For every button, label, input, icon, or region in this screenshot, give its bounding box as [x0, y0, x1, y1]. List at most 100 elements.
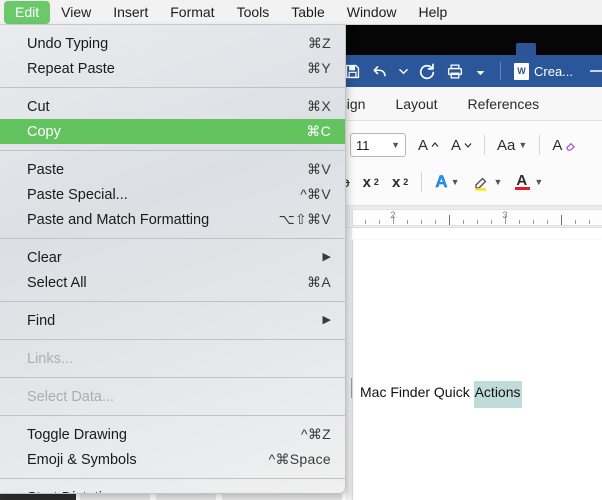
font-size-value: 11: [356, 138, 370, 153]
window-tab-nub[interactable]: [516, 43, 536, 55]
word-document-icon: W: [514, 63, 529, 80]
menu-item-paste-special[interactable]: Paste Special...^⌘V: [0, 182, 345, 207]
document-text[interactable]: Mac Finder Quick Actions: [360, 384, 522, 400]
superscript-button[interactable]: x2: [392, 174, 408, 191]
ribbon-divider: [539, 135, 540, 155]
ribbon-tab-references[interactable]: References: [468, 96, 540, 112]
menu-item-shortcut: ⌘Y: [307, 60, 331, 77]
menubar-item-view[interactable]: View: [50, 1, 102, 24]
text-highlight-button[interactable]: ▼: [473, 174, 503, 191]
undo-dropdown-chevron-icon[interactable]: [399, 68, 408, 75]
chevron-down-icon: ▼: [494, 177, 503, 187]
redo-icon[interactable]: [418, 62, 436, 80]
menu-item-label: Find: [27, 313, 323, 329]
ruler[interactable]: 2 3: [352, 209, 602, 226]
create-button[interactable]: W Crea...: [514, 63, 573, 80]
document-page[interactable]: [352, 240, 602, 500]
submenu-arrow-icon: ▶: [323, 252, 331, 263]
text-effects-label: A: [435, 172, 447, 192]
edit-dropdown-menu[interactable]: Undo Typing⌘ZRepeat Paste⌘YCut⌘XCopy⌘CPa…: [0, 25, 346, 494]
grow-font-button[interactable]: A: [418, 137, 439, 154]
menu-item-label: Paste Special...: [27, 187, 300, 203]
menu-item-select-all[interactable]: Select All⌘A: [0, 270, 345, 295]
menu-item-label: Repeat Paste: [27, 61, 307, 77]
menu-item-start-dictation[interactable]: Start Dictation...fn fn: [0, 485, 345, 494]
menu-item-label: Cut: [27, 99, 307, 115]
menu-item-label: Select All: [27, 275, 307, 291]
font-size-combobox[interactable]: 11 ▼: [350, 133, 406, 157]
menu-item-copy[interactable]: Copy⌘C: [0, 119, 345, 144]
menu-item-label: Toggle Drawing: [27, 427, 301, 443]
menu-separator: [0, 301, 345, 302]
font-color-button[interactable]: A ▼: [515, 173, 543, 191]
customize-toolbar-chevron-icon[interactable]: [474, 67, 487, 76]
menubar-item-table[interactable]: Table: [280, 1, 335, 24]
menubar-item-help[interactable]: Help: [408, 1, 459, 24]
change-case-button[interactable]: Aa ▼: [497, 137, 527, 154]
highlighter-icon: [473, 174, 491, 191]
menu-item-paste-and-match-formatting[interactable]: Paste and Match Formatting⌥⇧⌘V: [0, 207, 345, 232]
subscript-index: 2: [374, 177, 379, 187]
chevron-down-icon: ▼: [391, 140, 400, 150]
undo-icon[interactable]: [371, 63, 389, 80]
menu-separator: [0, 238, 345, 239]
ribbon-tab-layout[interactable]: Layout: [395, 96, 437, 112]
eraser-icon: [565, 140, 576, 151]
grow-font-label: A: [418, 137, 428, 154]
menu-item-shortcut: ⌥⇧⌘V: [279, 211, 331, 228]
menu-item-links: Links...: [0, 346, 345, 371]
menubar-item-tools[interactable]: Tools: [226, 1, 281, 24]
print-icon[interactable]: [446, 63, 464, 80]
subscript-button[interactable]: x2: [363, 174, 379, 191]
menu-item-emoji-symbols[interactable]: Emoji & Symbols^⌘Space: [0, 447, 345, 472]
menu-item-label: Emoji & Symbols: [27, 452, 269, 468]
superscript-base: x: [392, 174, 400, 191]
quick-access-toolbar-icons: W Crea...: [344, 55, 573, 87]
clear-formatting-button[interactable]: A: [552, 137, 576, 154]
text-cursor: [351, 378, 352, 398]
menu-item-shortcut: ^⌘Space: [269, 451, 331, 468]
screen: W Crea... esign Layout References 11 ▼ A…: [0, 0, 602, 500]
chevron-down-icon: ▼: [518, 140, 527, 150]
menu-item-clear[interactable]: Clear▶: [0, 245, 345, 270]
menu-item-shortcut: ⌘V: [307, 161, 331, 178]
menubar-item-window[interactable]: Window: [336, 1, 408, 24]
menu-item-label: Clear: [27, 250, 323, 266]
menu-separator: [0, 478, 345, 479]
menu-item-shortcut: ⌘Z: [308, 35, 331, 52]
font-group-row-two: ab x2 x2 A ▼ ▼ A: [334, 172, 543, 192]
shrink-font-button[interactable]: A: [451, 137, 472, 154]
menu-item-label: Paste: [27, 162, 307, 178]
menu-separator: [0, 150, 345, 151]
shrink-font-label: A: [451, 137, 461, 154]
menubar-item-edit[interactable]: Edit: [4, 1, 50, 24]
menu-item-repeat-paste[interactable]: Repeat Paste⌘Y: [0, 56, 345, 81]
caret-up-icon: [431, 141, 439, 149]
menubar-item-format[interactable]: Format: [159, 1, 225, 24]
menu-separator: [0, 415, 345, 416]
menu-item-label: Select Data...: [27, 389, 331, 405]
menu-item-find[interactable]: Find▶: [0, 308, 345, 333]
menu-item-shortcut: ⌘A: [307, 274, 331, 291]
menu-item-label: Copy: [27, 124, 306, 140]
menu-item-shortcut: ⌘X: [307, 98, 331, 115]
menu-item-cut[interactable]: Cut⌘X: [0, 94, 345, 119]
menu-item-shortcut: fn fn: [302, 490, 331, 495]
menu-separator: [0, 87, 345, 88]
menu-item-shortcut: ⌘C: [306, 123, 331, 140]
menu-item-paste[interactable]: Paste⌘V: [0, 157, 345, 182]
menubar-item-insert[interactable]: Insert: [102, 1, 159, 24]
create-button-label: Crea...: [534, 64, 573, 79]
menu-item-select-data: Select Data...: [0, 384, 345, 409]
submenu-arrow-icon: ▶: [323, 315, 331, 326]
macos-menu-bar: EditViewInsertFormatToolsTableWindowHelp: [0, 0, 602, 25]
menu-item-toggle-drawing[interactable]: Toggle Drawing^⌘Z: [0, 422, 345, 447]
document-text-unselected: Mac Finder Quick: [360, 384, 474, 400]
menu-item-undo-typing[interactable]: Undo Typing⌘Z: [0, 31, 345, 56]
subscript-base: x: [363, 174, 371, 191]
chevron-down-icon: ▼: [534, 177, 543, 187]
save-icon[interactable]: [344, 63, 361, 80]
menu-separator: [0, 377, 345, 378]
text-effects-button[interactable]: A ▼: [435, 172, 459, 192]
toolbar-overflow-dash: [590, 70, 602, 72]
